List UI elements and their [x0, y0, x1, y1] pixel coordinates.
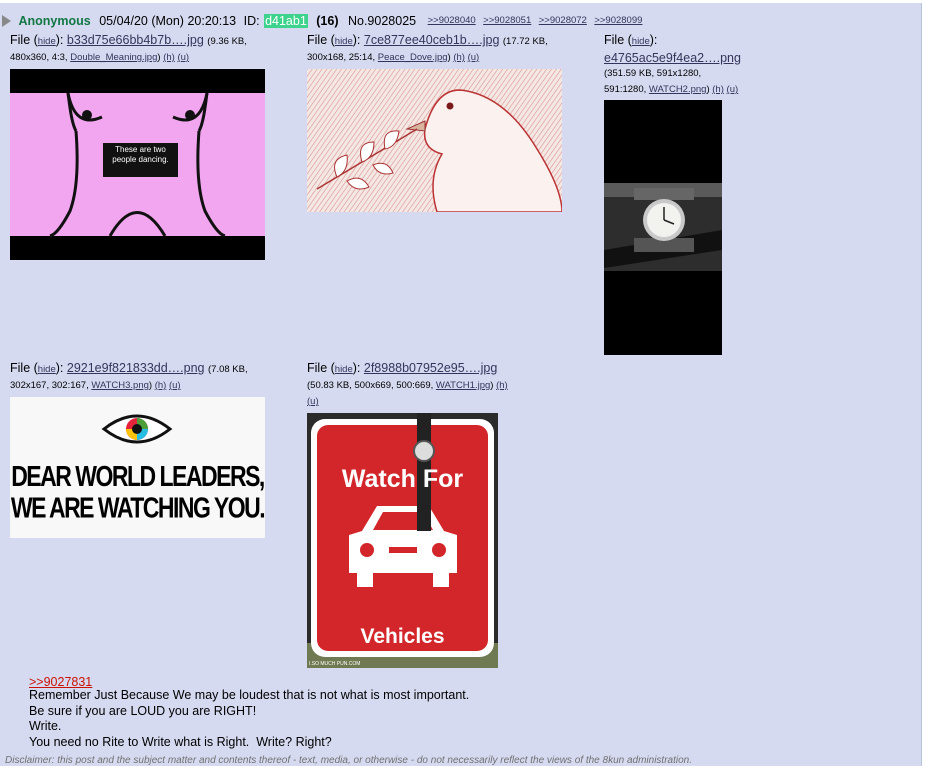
eye-icon: [101, 414, 173, 444]
watching-image-line1: DEAR WORLD LEADERS,: [11, 459, 265, 493]
dancing-image-caption: These are two people dancing.: [112, 145, 169, 164]
peace-dove-image: [307, 69, 562, 212]
meta-close: ): [148, 380, 153, 391]
post-number-link[interactable]: No.9028025: [348, 14, 416, 28]
quote-reference-link[interactable]: >>9027831: [29, 675, 92, 689]
dancing-silhouette-image: These are two people dancing.: [10, 92, 265, 238]
u-link[interactable]: (u): [177, 52, 189, 63]
collapse-triangle-icon[interactable]: [2, 14, 11, 27]
file-label: File (: [307, 361, 335, 375]
file-colon: ):: [352, 33, 361, 47]
body-line: Write.: [29, 719, 62, 733]
body-line: Remember Just Because We may be loudest …: [29, 688, 470, 702]
u-link[interactable]: (u): [307, 396, 319, 407]
file-4-info: File (hide): 2921e9f821833dd….png (7.08 …: [10, 360, 300, 394]
file-name-link[interactable]: b33d75e66bb4b7b….jpg: [67, 33, 204, 47]
file-5-info: File (hide): 2f8988b07952e95….jpg (50.83…: [307, 360, 537, 410]
post-body: Remember Just Because We may be loudest …: [29, 688, 469, 750]
u-link[interactable]: (u): [468, 52, 480, 63]
meta-close: ): [447, 52, 451, 63]
file-size: (7.08 KB,: [208, 364, 248, 375]
post-date: 05/04/20 (Mon) 20:20:13: [99, 13, 237, 28]
h-link[interactable]: (h): [712, 84, 724, 95]
body-line: You need no Rite to Write what is Right.…: [29, 734, 332, 749]
hide-link[interactable]: hide: [335, 36, 353, 47]
h-link[interactable]: (h): [163, 52, 175, 63]
body-line: Be sure if you are LOUD you are RIGHT!: [29, 703, 257, 718]
file-dimensions: 591:1280,: [604, 84, 647, 95]
file-dimensions: 302x167, 302:167,: [10, 380, 89, 391]
file-5-thumbnail[interactable]: Watch For Vehicles I.SO MUCH PUN.COM: [307, 413, 498, 668]
original-filename-link[interactable]: WATCH3.png: [91, 380, 149, 391]
post-header: Anonymous 05/04/20 (Mon) 20:20:13 ID: d4…: [2, 13, 642, 31]
file-label: File (: [10, 361, 38, 375]
file-name-link[interactable]: 2f8988b07952e95….jpg: [364, 361, 497, 375]
meta-close: ): [157, 52, 161, 63]
file-name-link[interactable]: 2921e9f821833dd….png: [67, 361, 205, 375]
file-label: File (: [307, 33, 335, 47]
poster-post-count: (16): [316, 13, 339, 28]
original-filename-link[interactable]: WATCH2.png: [649, 84, 707, 95]
h-link[interactable]: (h): [155, 380, 167, 391]
file-name-link[interactable]: 7ce877ee40ceb1b….jpg: [364, 33, 500, 47]
hide-link[interactable]: hide: [335, 364, 353, 375]
file-dimensions: 480x360, 4:3,: [10, 52, 68, 63]
meta-close: ): [706, 84, 710, 95]
backlink[interactable]: >>9028051: [483, 15, 531, 26]
file-size: (9.36 KB,: [207, 36, 247, 47]
disclaimer-text: Disclaimer: this post and the subject ma…: [5, 755, 692, 766]
file-4-thumbnail[interactable]: DEAR WORLD LEADERS, WE ARE WATCHING YOU.: [10, 397, 265, 538]
post-container: Anonymous 05/04/20 (Mon) 20:20:13 ID: d4…: [0, 3, 922, 766]
original-filename-link[interactable]: Double_Meaning.jpg: [70, 52, 157, 63]
file-2-thumbnail[interactable]: [307, 69, 562, 212]
file-label: File (: [604, 33, 632, 47]
sign-line2: Vehicles: [360, 625, 445, 648]
wristwatch-image: [604, 183, 722, 271]
watching-image-line2: WE ARE WATCHING YOU.: [10, 491, 265, 524]
file-colon: ):: [649, 33, 658, 47]
original-filename-link[interactable]: WATCH1.jpg: [436, 380, 490, 391]
h-link[interactable]: (h): [496, 380, 508, 391]
poster-id-badge[interactable]: d41ab1: [264, 13, 308, 28]
file-dimensions: 300x168, 25:14,: [307, 52, 376, 63]
file-label: File (: [10, 33, 38, 47]
file-1-thumbnail[interactable]: These are two people dancing.: [10, 69, 265, 260]
poster-name: Anonymous: [18, 13, 91, 28]
u-link[interactable]: (u): [727, 84, 739, 95]
file-size: (50.83 KB, 500x669, 500:669,: [307, 380, 434, 391]
hide-link[interactable]: hide: [38, 36, 56, 47]
poster-id-label: ID:: [243, 13, 260, 28]
file-colon: ):: [55, 33, 64, 47]
sign-line1: Watch For: [341, 465, 464, 493]
u-link[interactable]: (u): [169, 380, 181, 391]
image-watermark: I.SO MUCH PUN.COM: [309, 661, 361, 667]
h-link[interactable]: (h): [453, 52, 465, 63]
hide-link[interactable]: hide: [38, 364, 56, 375]
file-3-info: File (hide): e4765ac5e9f4ea2….png (351.5…: [604, 32, 814, 98]
file-size: (17.72 KB,: [502, 36, 548, 47]
file-name-link[interactable]: e4765ac5e9f4ea2….png: [604, 51, 741, 65]
hide-link[interactable]: hide: [632, 36, 650, 47]
backlink[interactable]: >>9028040: [428, 15, 476, 26]
backlink[interactable]: >>9028072: [539, 15, 587, 26]
file-1-info: File (hide): b33d75e66bb4b7b….jpg (9.36 …: [10, 32, 300, 66]
backlink[interactable]: >>9028099: [594, 15, 642, 26]
file-colon: ):: [55, 361, 64, 375]
original-filename-link[interactable]: Peace_Dove.jpg: [378, 52, 448, 63]
meta-close: ): [490, 380, 494, 391]
file-colon: ):: [352, 361, 361, 375]
file-2-info: File (hide): 7ce877ee40ceb1b….jpg (17.72…: [307, 32, 597, 66]
file-size: (351.59 KB, 591x1280,: [604, 68, 702, 79]
file-3-thumbnail[interactable]: [604, 100, 722, 355]
